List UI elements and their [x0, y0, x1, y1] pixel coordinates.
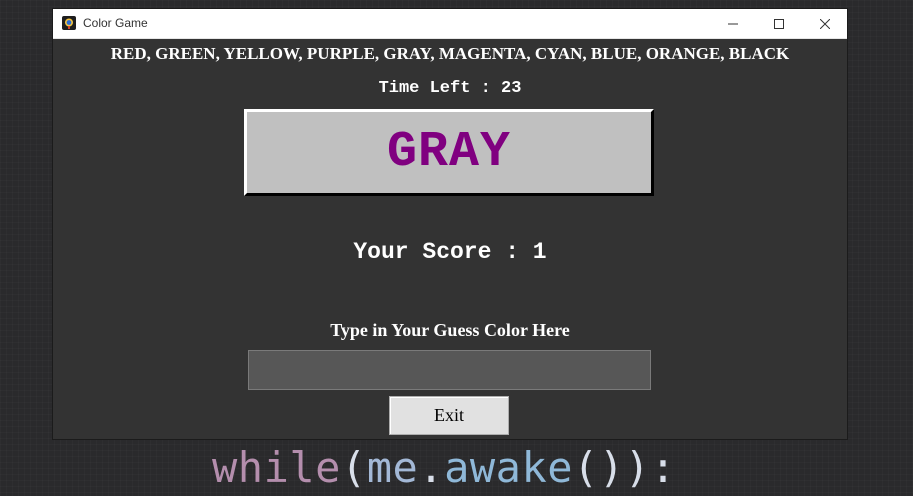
background-code-text: while(me.awake()):: [212, 443, 676, 493]
score-label: Your Score : 1: [353, 239, 547, 265]
close-icon: [820, 18, 830, 29]
color-list-label: RED, GREEN, YELLOW, PURPLE, GRAY, MAGENT…: [110, 44, 790, 63]
code-dot: .: [418, 443, 445, 492]
code-close: ):: [624, 443, 677, 492]
code-object: me: [366, 443, 419, 492]
maximize-button[interactable]: [756, 9, 802, 38]
code-open-paren: (: [340, 443, 367, 492]
close-button[interactable]: [802, 9, 848, 38]
app-icon: [62, 16, 76, 30]
minimize-button[interactable]: [710, 9, 756, 38]
guess-color-input[interactable]: [248, 350, 651, 390]
color-game-window: Color Game RED, GREEN, YELLOW, PURPLE, G…: [53, 9, 847, 439]
exit-button[interactable]: Exit: [389, 396, 509, 435]
minimize-icon: [728, 23, 738, 24]
color-word-display: GRAY: [244, 109, 654, 196]
maximize-icon: [774, 18, 784, 29]
title-bar[interactable]: Color Game: [53, 9, 847, 39]
window-title: Color Game: [83, 16, 148, 30]
guess-prompt-label: Type in Your Guess Color Here: [330, 320, 570, 340]
game-content: RED, GREEN, YELLOW, PURPLE, GRAY, MAGENT…: [53, 39, 847, 439]
code-call-parens: (): [573, 443, 625, 492]
time-left-label: Time Left : 23: [378, 79, 522, 98]
code-keyword: while: [212, 443, 341, 492]
color-word: GRAY: [386, 123, 512, 181]
code-function: awake: [444, 443, 574, 492]
